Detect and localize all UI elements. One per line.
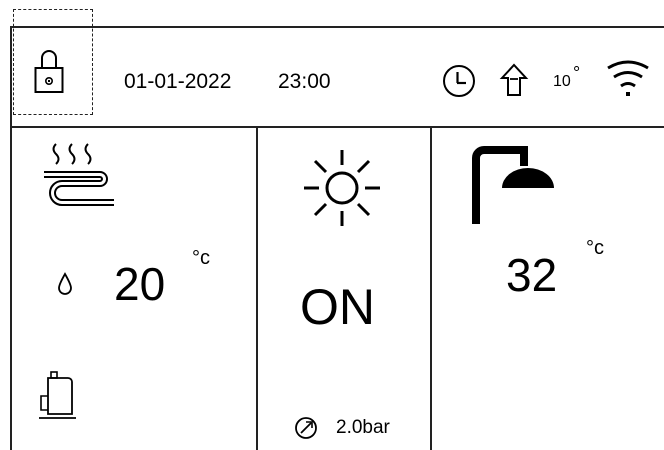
mode-status: ON xyxy=(300,279,375,335)
home-icon xyxy=(499,63,529,96)
lock-button[interactable] xyxy=(13,9,93,115)
hot-water-temperature: 32 xyxy=(506,249,558,301)
mode-panel[interactable]: ON 2.0bar xyxy=(258,128,430,450)
shower-icon xyxy=(472,146,554,224)
lock-icon xyxy=(34,50,64,93)
clock-icon[interactable] xyxy=(442,64,476,98)
outdoor-temperature: 10 xyxy=(553,73,571,90)
floor-heating-icon xyxy=(44,143,114,206)
header-top-border xyxy=(10,26,664,28)
water-drop-icon xyxy=(58,272,72,295)
pressure-gauge-icon xyxy=(295,417,317,439)
water-pressure: 2.0bar xyxy=(336,417,390,438)
water-temperature: 20 xyxy=(114,258,166,310)
water-temperature-unit: °c xyxy=(192,247,210,269)
time-display[interactable]: 23:00 xyxy=(278,71,331,92)
date-display[interactable]: 01-01-2022 xyxy=(124,71,231,92)
tank-icon xyxy=(39,371,76,419)
outdoor-temperature-unit: ° xyxy=(573,63,581,83)
floor-heating-panel[interactable]: 20 °c xyxy=(12,128,256,450)
wifi-icon xyxy=(607,60,649,96)
sun-icon xyxy=(304,150,380,226)
hot-water-panel[interactable]: 32 °c xyxy=(432,128,664,450)
hot-water-temperature-unit: °c xyxy=(586,237,604,259)
